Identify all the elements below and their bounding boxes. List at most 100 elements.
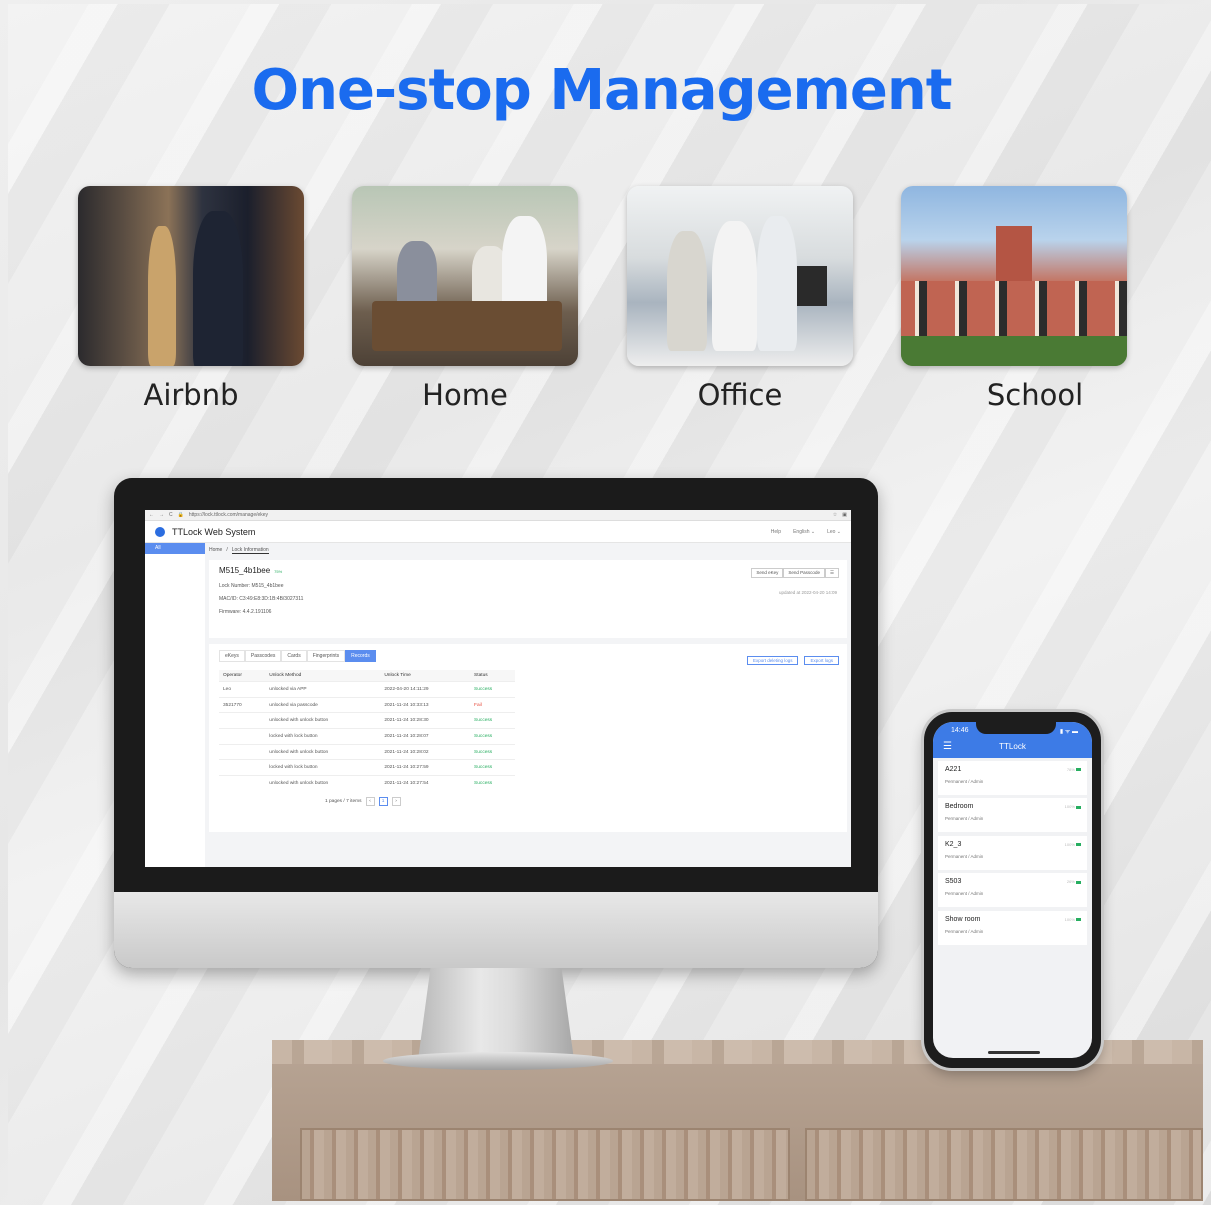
pagination-summary: 1 pages / 7 items [325, 799, 362, 805]
lock-item-name: Bedroom [945, 803, 974, 811]
tab-records[interactable]: Records [345, 650, 376, 662]
operator-cell [219, 759, 266, 776]
breadcrumb: Home / Lock Information [209, 547, 847, 554]
language-select[interactable]: English ⌄ [793, 529, 815, 535]
operator-cell: 3521770 [219, 696, 266, 713]
column-header[interactable]: Unlock Time [380, 670, 471, 682]
app-title: TTLock Web System [172, 526, 256, 537]
help-link[interactable]: Help [771, 529, 781, 535]
home-indicator [988, 1051, 1040, 1054]
breadcrumb-home[interactable]: Home [209, 547, 222, 554]
battery-icon: 100% [1065, 842, 1081, 847]
operator-cell [219, 775, 266, 792]
list-item[interactable]: A221 Permanent / Admin 78% [938, 761, 1087, 795]
battery-icon: 78% [1067, 767, 1081, 772]
method-cell: unlocked with unlock button [265, 712, 381, 729]
status-cell: Success [470, 775, 515, 792]
time-cell: 2021-11-24 10:28:30 [380, 712, 471, 729]
method-cell: unlocked via APP [265, 681, 381, 698]
scenario-label-home: Home [422, 378, 508, 412]
table-row: unlocked with unlock button 2021-11-24 10… [219, 743, 515, 760]
browser-toolbar: ← → C 🔒 https://lock.ttlock.com/manage/e… [145, 510, 851, 521]
mac-value: C3:49:E8:3D:1B:4B/3027311 [239, 596, 304, 602]
ttlock-logo-icon [155, 526, 165, 537]
status-time: 14:46 [951, 727, 969, 734]
extensions-icon[interactable]: ▣ [842, 512, 847, 518]
firmware-value: 4.4.2.191106 [242, 609, 272, 615]
cabinet-door-left [300, 1128, 790, 1201]
lock-item-name: Show room [945, 915, 981, 923]
web-screen: ← → C 🔒 https://lock.ttlock.com/manage/e… [145, 510, 851, 867]
phone-app-title: TTLock [999, 742, 1026, 751]
user-menu[interactable]: Leo ⌄ [827, 529, 841, 535]
tab-passcodes[interactable]: Passcodes [244, 650, 282, 662]
column-header[interactable]: Status [470, 670, 515, 682]
phone-screen: 14:46 ▮ ᯤ ▬ ☰ TTLock A221 Permanent / Ad… [933, 722, 1092, 1058]
send-ekey-button[interactable]: Send eKey [751, 568, 784, 578]
pagination: 1 pages / 7 items ‹ 1 › [325, 797, 837, 807]
export-deleting-logs-button[interactable]: Export deleting logs [746, 656, 799, 665]
column-header[interactable]: Operator [219, 670, 266, 682]
table-row: unlocked with unlock button 2021-11-24 10… [219, 775, 515, 792]
sidebar-item-all[interactable]: All [145, 543, 205, 554]
status-cell: Success [470, 712, 515, 729]
headline: One-stop Management [251, 58, 952, 123]
table-row: 3521770 unlocked via passcode 2021-11-24 1… [219, 696, 515, 713]
airbnb-photo [78, 186, 304, 366]
records-table: Operator Unlock Method Unlock Time Statu… [219, 670, 515, 792]
main-content: Home / Lock Information M515_4b1bee 75% L… [209, 547, 847, 867]
list-item[interactable]: K2_3 Permanent / Admin 100% [938, 835, 1087, 870]
scenario-label-school: School [986, 378, 1084, 412]
address-bar[interactable]: https://lock.ttlock.com/manage/ekey [189, 512, 828, 518]
send-passcode-button[interactable]: Send Passcode [783, 568, 825, 578]
lock-icon: 🔒 [177, 512, 184, 518]
school-photo [901, 186, 1127, 366]
prev-page-button[interactable]: ‹ [365, 797, 375, 807]
star-icon[interactable]: ☆ [833, 512, 837, 518]
battery-icon: 100% [1065, 917, 1081, 922]
status-cell: Success [470, 743, 515, 760]
app-header: TTLock Web System Help English ⌄ Leo ⌄ [145, 521, 851, 543]
reload-icon[interactable]: C [169, 512, 173, 518]
list-item[interactable]: S503 Permanent / Admin 26% [938, 873, 1087, 908]
status-icons: ▮ ᯤ ▬ [1059, 729, 1078, 735]
time-cell: 2021-11-24 10:28:07 [380, 728, 471, 745]
back-icon[interactable]: ← [149, 512, 154, 518]
phone-notch [976, 720, 1056, 734]
sidebar: All [145, 543, 205, 867]
tab-ekeys[interactable]: eKeys [219, 650, 245, 662]
lock-number-label: Lock Number: [219, 583, 251, 589]
battery-icon: 100% [1065, 804, 1081, 809]
next-page-button[interactable]: › [391, 797, 401, 807]
export-logs-button[interactable]: Export logs [804, 656, 839, 665]
records-card: eKeys Passcodes Cards Fingerprints Recor… [209, 644, 847, 832]
lock-item-role: Permanent / Admin [945, 816, 984, 822]
lock-item-role: Permanent / Admin [945, 891, 984, 897]
list-item[interactable]: Bedroom Permanent / Admin 100% [938, 798, 1087, 833]
office-photo [627, 186, 853, 366]
status-cell: Success [470, 681, 515, 698]
monitor-chin [114, 892, 878, 968]
time-cell: 2022-04-20 14:11:29 [380, 681, 471, 698]
more-menu-icon[interactable]: ☰ [824, 568, 839, 578]
time-cell: 2021-11-24 10:28:02 [380, 743, 471, 760]
method-cell: unlocked with unlock button [265, 775, 381, 792]
page-1-button[interactable]: 1 [378, 797, 388, 807]
lock-item-name: A221 [945, 766, 962, 773]
mac-label: MAC/ID: [219, 596, 238, 602]
column-header[interactable]: Unlock Method [265, 670, 381, 682]
list-item[interactable]: Show room Permanent / Admin 100% [938, 910, 1087, 945]
method-cell: locked with lock button [265, 728, 381, 745]
time-cell: 2021-11-24 10:27:54 [380, 775, 471, 792]
battery-icon: 26% [1067, 879, 1081, 884]
lock-item-role: Permanent / Admin [945, 928, 984, 934]
table-row: locked with lock button 2021-11-24 10:27:… [219, 759, 515, 776]
forward-icon[interactable]: → [159, 512, 164, 518]
tab-fingerprints[interactable]: Fingerprints [306, 650, 346, 662]
time-cell: 2021-11-24 10:27:59 [380, 759, 471, 776]
updated-timestamp: updated at 2022-04-20 14:09 [778, 590, 837, 595]
tab-cards[interactable]: Cards [281, 650, 307, 662]
lock-item-role: Permanent / Admin [945, 853, 984, 859]
battery-badge: 75% [274, 569, 283, 574]
lock-item-name: S503 [945, 878, 962, 886]
